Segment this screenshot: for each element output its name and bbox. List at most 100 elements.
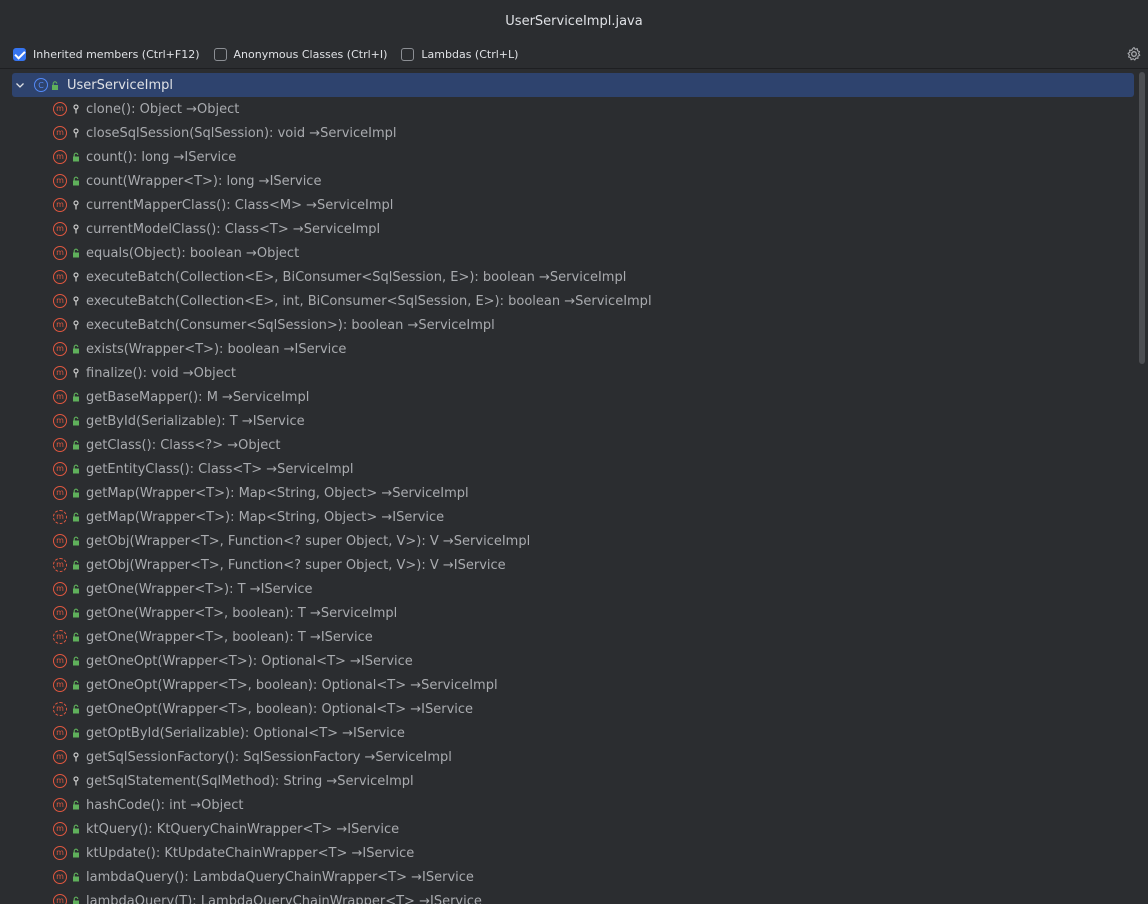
inherited-members-toggle[interactable]: Inherited members (Ctrl+F12) — [13, 47, 200, 61]
member-label: getSqlSessionFactory(): SqlSessionFactor… — [86, 749, 452, 765]
member-label: count(Wrapper<T>): long →IService — [86, 173, 322, 189]
public-lock-icon — [73, 728, 79, 738]
public-lock-icon — [73, 440, 79, 450]
member-row[interactable]: m getOneOpt(Wrapper<T>): Optional<T> →ISe… — [53, 649, 413, 673]
member-row[interactable]: m getObj(Wrapper<T>, Function<? super Obj… — [53, 529, 530, 553]
member-row[interactable]: m lambdaQuery(): LambdaQueryChainWrapper<… — [53, 865, 474, 889]
member-row[interactable]: m getEntityClass(): Class<T> →ServiceImpl — [53, 457, 354, 481]
method-icon: m — [53, 102, 67, 116]
inherited-members-checkbox[interactable] — [13, 47, 26, 61]
member-row[interactable]: m exists(Wrapper<T>): boolean →IService — [53, 337, 346, 361]
method-icon: m — [53, 750, 67, 764]
public-lock-icon — [73, 896, 79, 904]
member-row[interactable]: m getMap(Wrapper<T>): Map<String, Object>… — [53, 481, 469, 505]
member-row[interactable]: m getOneOpt(Wrapper<T>, boolean): Optiona… — [53, 697, 473, 721]
member-row[interactable]: m closeSqlSession(SqlSession): void →Serv… — [53, 121, 397, 145]
filter-bar: Inherited members (Ctrl+F12) Anonymous C… — [0, 42, 1148, 66]
method-icon: m — [53, 654, 67, 668]
method-icon: m — [53, 582, 67, 596]
member-row[interactable]: m getMap(Wrapper<T>): Map<String, Object>… — [53, 505, 444, 529]
member-label: count(): long →IService — [86, 149, 237, 165]
public-lock-icon — [73, 536, 79, 546]
member-row[interactable]: m ktQuery(): KtQueryChainWrapper<T> →ISer… — [53, 817, 399, 841]
member-label: getSqlStatement(SqlMethod): String →Serv… — [86, 773, 414, 789]
method-icon: m — [53, 174, 67, 188]
member-row[interactable]: m hashCode(): int →Object — [53, 793, 243, 817]
member-label: getOneOpt(Wrapper<T>): Optional<T> →ISer… — [86, 653, 413, 669]
member-row[interactable]: m getBaseMapper(): M →ServiceImpl — [53, 385, 309, 409]
public-lock-icon — [73, 608, 79, 618]
lambdas-toggle[interactable]: Lambdas (Ctrl+L) — [401, 47, 518, 61]
gear-icon[interactable] — [1126, 46, 1142, 62]
member-row[interactable]: m getSqlStatement(SqlMethod): String →Ser… — [53, 769, 414, 793]
member-row[interactable]: m getClass(): Class<?> →Object — [53, 433, 280, 457]
protected-key-icon — [73, 200, 79, 210]
public-lock-icon — [73, 872, 79, 882]
member-row[interactable]: m count(): long →IService — [53, 145, 236, 169]
method-icon: m — [53, 438, 67, 452]
structure-tree[interactable]: C UserServiceImpl m clone(): Object →Obje… — [0, 69, 1136, 904]
anonymous-classes-toggle[interactable]: Anonymous Classes (Ctrl+I) — [213, 47, 388, 61]
public-lock-icon — [73, 848, 79, 858]
member-row[interactable]: m clone(): Object →Object — [53, 97, 239, 121]
tree-root-row[interactable]: C UserServiceImpl — [12, 73, 1134, 97]
member-row[interactable]: m count(Wrapper<T>): long →IService — [53, 169, 321, 193]
method-icon: m — [53, 366, 67, 380]
method-icon: m — [53, 198, 67, 212]
method-icon: m — [53, 774, 67, 788]
member-row[interactable]: m getObj(Wrapper<T>, Function<? super Obj… — [53, 553, 506, 577]
member-row[interactable]: m getSqlSessionFactory(): SqlSessionFacto… — [53, 745, 452, 769]
public-lock-icon — [73, 248, 79, 258]
member-label: ktUpdate(): KtUpdateChainWrapper<T> →ISe… — [86, 845, 415, 861]
public-lock-icon — [73, 656, 79, 666]
public-lock-icon — [73, 488, 79, 498]
protected-key-icon — [73, 320, 79, 330]
member-label: executeBatch(Collection<E>, BiConsumer<S… — [86, 269, 627, 285]
member-row[interactable]: m ktUpdate(): KtUpdateChainWrapper<T> →IS… — [53, 841, 414, 865]
member-row[interactable]: m getOne(Wrapper<T>): T →IService — [53, 577, 312, 601]
method-icon: m — [53, 630, 67, 644]
protected-key-icon — [73, 752, 79, 762]
member-row[interactable]: m getOneOpt(Wrapper<T>, boolean): Optiona… — [53, 673, 498, 697]
public-lock-icon — [73, 584, 79, 594]
chevron-down-icon[interactable] — [14, 79, 26, 91]
public-lock-icon — [73, 704, 79, 714]
method-icon: m — [53, 798, 67, 812]
public-lock-icon — [73, 680, 79, 690]
member-row[interactable]: m getOptById(Serializable): Optional<T> →… — [53, 721, 405, 745]
method-icon: m — [53, 150, 67, 164]
window-title: UserServiceImpl.java — [505, 13, 643, 29]
method-icon: m — [53, 126, 67, 140]
member-row[interactable]: m executeBatch(Consumer<SqlSession>): boo… — [53, 313, 495, 337]
method-icon: m — [53, 678, 67, 692]
member-label: getById(Serializable): T →IService — [86, 413, 305, 429]
anonymous-classes-checkbox[interactable] — [213, 47, 227, 61]
member-row[interactable]: m currentMapperClass(): Class<M> →Service… — [53, 193, 393, 217]
protected-key-icon — [73, 128, 79, 138]
vertical-scrollbar[interactable] — [1139, 72, 1145, 364]
member-row[interactable]: m getOne(Wrapper<T>, boolean): T →Service… — [53, 601, 397, 625]
public-lock-icon — [73, 344, 79, 354]
member-row[interactable]: m equals(Object): boolean →Object — [53, 241, 299, 265]
protected-key-icon — [73, 368, 79, 378]
method-icon: m — [53, 318, 67, 332]
member-row[interactable]: m lambdaQuery(T): LambdaQueryChainWrapper… — [53, 889, 482, 904]
member-row[interactable]: m currentModelClass(): Class<T> →ServiceI… — [53, 217, 380, 241]
public-lock-icon — [73, 176, 79, 186]
method-icon: m — [53, 702, 67, 716]
member-row[interactable]: m getOne(Wrapper<T>, boolean): T →IServic… — [53, 625, 373, 649]
lambdas-checkbox[interactable] — [401, 47, 415, 61]
protected-key-icon — [73, 104, 79, 114]
member-label: ktQuery(): KtQueryChainWrapper<T> →IServ… — [86, 821, 400, 837]
member-row[interactable]: m executeBatch(Collection<E>, BiConsumer<… — [53, 265, 626, 289]
member-row[interactable]: m executeBatch(Collection<E>, int, BiCons… — [53, 289, 652, 313]
member-label: getMap(Wrapper<T>): Map<String, Object> … — [86, 485, 469, 501]
public-lock-icon — [73, 800, 79, 810]
method-icon: m — [53, 486, 67, 500]
member-label: getBaseMapper(): M →ServiceImpl — [86, 389, 310, 405]
anonymous-classes-label: Anonymous Classes (Ctrl+I) — [233, 47, 388, 61]
method-icon: m — [53, 726, 67, 740]
member-row[interactable]: m getById(Serializable): T →IService — [53, 409, 305, 433]
member-row[interactable]: m finalize(): void →Object — [53, 361, 236, 385]
public-lock-icon — [73, 392, 79, 402]
